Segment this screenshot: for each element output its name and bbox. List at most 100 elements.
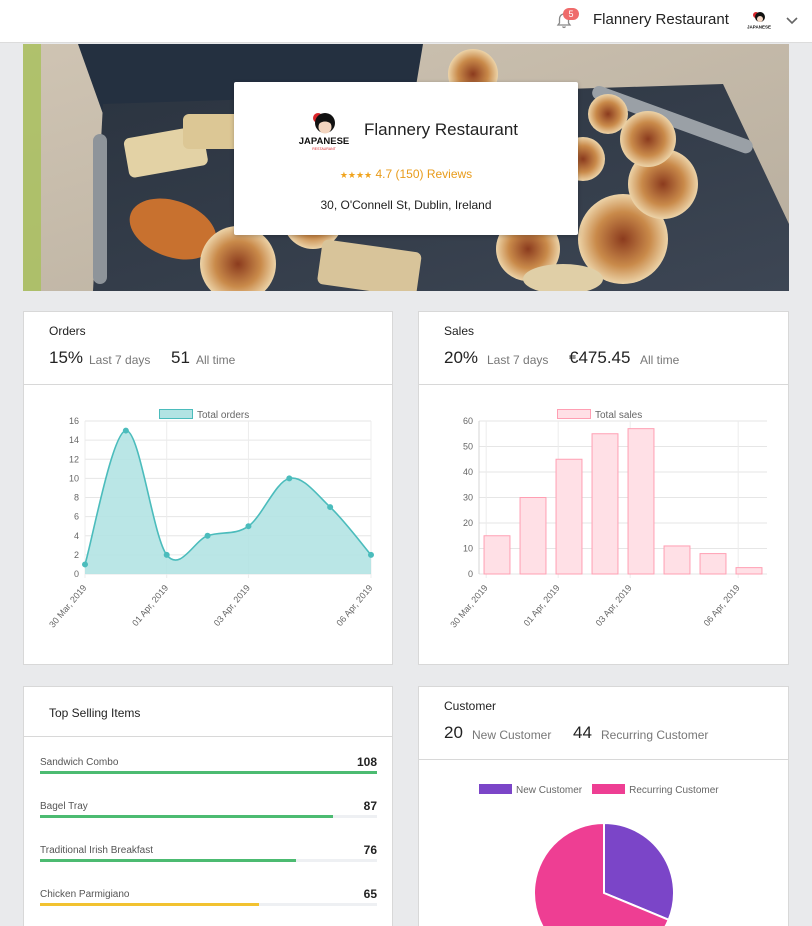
orders-point	[163, 551, 170, 558]
orders-point	[368, 551, 374, 558]
orders-card: Orders 15% Last 7 days 51 All time Total…	[23, 311, 393, 665]
star-icons: ★★★★	[339, 170, 373, 180]
restaurant-address: 30, O'Connell St, Dublin, Ireland	[320, 198, 492, 212]
sales-bar	[591, 433, 619, 575]
orders-chart: 0 2 4 6 8 10 12 14 16 30 Mar, 2019 01 Apr, 2019 03 …	[47, 416, 374, 630]
sales-bar	[483, 535, 511, 575]
sales-alltime-value: €475.45	[569, 348, 631, 367]
x-tick-label: 03 Apr, 2019	[594, 583, 634, 628]
new-customer-label: New Customer	[472, 728, 552, 742]
orders-point	[286, 475, 293, 482]
recurring-customer-label: Recurring Customer	[601, 728, 709, 742]
y-tick-label: 20	[463, 518, 473, 528]
y-tick-label: 0	[74, 569, 79, 579]
sales-chart: 0 10 20 30 40 50 60 30 Mar, 2019 01 Apr, 2019 03 …	[448, 416, 767, 630]
orders-last7-label: Last 7 days	[89, 353, 151, 367]
item-progress-fill	[40, 771, 377, 774]
sales-bar	[555, 458, 583, 575]
sales-bar	[519, 497, 547, 575]
item-progress-track	[40, 903, 377, 906]
item-count: 108	[356, 755, 377, 769]
sales-title: Sales	[444, 324, 475, 338]
y-tick-label: 50	[463, 442, 473, 452]
logo-text: JAPANESE	[747, 25, 771, 30]
x-tick-label: 01 Apr, 2019	[522, 583, 562, 628]
restaurant-logo[interactable]: JAPANESE	[745, 10, 773, 32]
orders-area	[85, 430, 371, 574]
notification-badge: 5	[563, 8, 579, 20]
sales-bar	[699, 553, 727, 575]
logo-text: JAPANESE	[299, 136, 350, 147]
y-tick-label: 4	[74, 531, 79, 541]
restaurant-name[interactable]: Flannery Restaurant	[593, 11, 729, 28]
sales-header: Sales 20% Last 7 days €475.45 All time	[419, 312, 788, 385]
x-tick-label: 30 Mar, 2019	[47, 583, 88, 630]
restaurant-logo: JAPANESE RESTAURANT	[299, 113, 350, 151]
sales-last7-label: Last 7 days	[487, 353, 549, 367]
orders-point	[327, 504, 334, 511]
item-progress-fill	[40, 859, 297, 862]
new-customer-swatch	[479, 784, 512, 794]
orders-last7-value: 15%	[49, 348, 84, 367]
orders-point	[82, 561, 88, 568]
list-item[interactable]: Bagel Tray 87	[40, 799, 377, 831]
y-tick-label: 16	[69, 416, 79, 426]
new-customer-legend-label: New Customer	[516, 785, 583, 796]
list-item[interactable]: Sandwich Combo 108	[40, 755, 377, 787]
item-name: Bagel Tray	[40, 801, 88, 812]
y-tick-label: 0	[468, 569, 473, 579]
item-progress-fill	[40, 815, 334, 818]
x-tick-label: 30 Mar, 2019	[448, 583, 489, 630]
rating-score: 4.7	[375, 167, 393, 181]
sales-bar	[735, 567, 763, 575]
y-tick-label: 10	[463, 544, 473, 554]
y-tick-label: 12	[69, 454, 79, 464]
y-tick-label: 14	[69, 435, 79, 445]
orders-point	[122, 427, 129, 434]
sales-last7-value: 20%	[444, 348, 479, 367]
customer-legend[interactable]: New Customer Recurring Customer	[479, 784, 719, 796]
item-count: 76	[363, 843, 377, 857]
item-name: Sandwich Combo	[40, 757, 119, 768]
y-tick-label: 40	[463, 467, 473, 477]
orders-title: Orders	[49, 324, 86, 338]
item-progress-track	[40, 815, 377, 818]
customer-pie-chart	[533, 821, 675, 926]
list-item[interactable]: Traditional Irish Breakfast 76	[40, 843, 377, 875]
item-count: 65	[363, 887, 377, 901]
recurring-customer-swatch	[592, 784, 626, 794]
top-selling-card: Top Selling Items Sandwich Combo 108 Bagel…	[23, 686, 393, 926]
y-tick-label: 6	[74, 512, 79, 522]
reviews-link[interactable]: (150) Reviews	[395, 167, 472, 181]
restaurant-title: Flannery Restaurant	[364, 120, 519, 139]
customer-header: Customer 20 New Customer 44 Recurring Cu…	[419, 687, 788, 760]
y-tick-label: 30	[463, 493, 473, 503]
orders-header: Orders 15% Last 7 days 51 All time	[24, 312, 392, 385]
item-count: 87	[363, 799, 377, 813]
sales-bar	[627, 428, 655, 575]
customer-title: Customer	[444, 699, 497, 713]
sales-card: Sales 20% Last 7 days €475.45 All time T…	[418, 311, 789, 665]
y-tick-label: 8	[74, 493, 79, 503]
item-progress-track	[40, 771, 377, 774]
rating-row: ★★★★ 4.7 (150) Reviews	[234, 167, 578, 181]
item-progress-track	[40, 859, 377, 862]
logo-subtext: RESTAURANT	[312, 147, 336, 151]
list-item[interactable]: Chicken Parmigiano 65	[40, 887, 377, 919]
sales-alltime-label: All time	[640, 353, 680, 367]
x-tick-label: 03 Apr, 2019	[212, 583, 252, 628]
chevron-down-icon[interactable]	[785, 14, 799, 28]
orders-alltime-label: All time	[196, 353, 236, 367]
top-bar: 5 Flannery Restaurant JAPANESE	[0, 0, 812, 43]
recurring-customer-legend-label: Recurring Customer	[629, 785, 719, 796]
orders-point	[204, 532, 211, 539]
item-name: Chicken Parmigiano	[40, 889, 130, 900]
customer-card: Customer 20 New Customer 44 Recurring Cu…	[418, 686, 789, 926]
top-selling-header: Top Selling Items	[24, 687, 392, 737]
recurring-customer-value: 44	[573, 723, 592, 742]
x-tick-label: 06 Apr, 2019	[702, 583, 742, 628]
x-tick-label: 01 Apr, 2019	[130, 583, 170, 628]
x-tick-label: 06 Apr, 2019	[334, 583, 374, 628]
sales-bar	[663, 545, 691, 575]
hero-banner: JAPANESE RESTAURANT Flannery Restaurant …	[23, 44, 789, 291]
